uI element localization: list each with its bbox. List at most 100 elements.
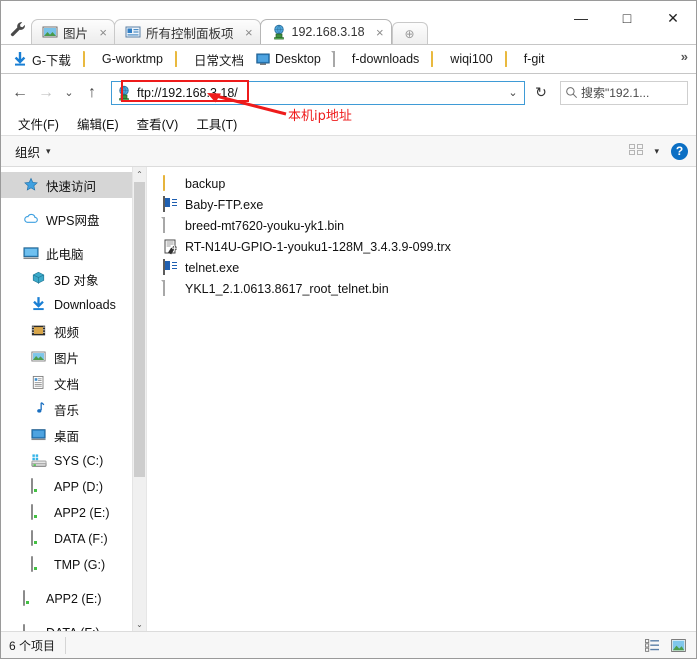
- 3d-object-icon: [31, 271, 48, 288]
- list-item[interactable]: YKL1_2.1.0613.8617_root_telnet.bin: [147, 278, 696, 299]
- browser-window: 图片 × 所有控制面板项 × 192.168.3.18 × ⊕ — □ ✕ G-…: [0, 0, 697, 659]
- network-computer-icon: [116, 85, 132, 101]
- bookmark-wiqi100[interactable]: wiqi100: [425, 48, 498, 70]
- close-button[interactable]: ✕: [650, 1, 696, 35]
- file-list-pane[interactable]: backup Baby-FTP.exe breed-mt7620-youku-y…: [147, 167, 696, 631]
- music-note-icon: [31, 401, 48, 418]
- bookmark-g-worktmp[interactable]: G-worktmp: [77, 48, 169, 70]
- video-icon: [31, 323, 48, 340]
- search-input[interactable]: 搜索"192.1...: [581, 84, 649, 101]
- sidebar-item-app2-e[interactable]: APP2 (E:): [1, 500, 146, 526]
- sidebar-item-3d-objects[interactable]: 3D 对象: [1, 266, 146, 292]
- menu-tools[interactable]: 工具(T): [187, 112, 246, 135]
- sidebar-item-label: 桌面: [54, 429, 80, 444]
- sidebar-item-this-pc[interactable]: 此电脑: [1, 240, 146, 266]
- bookmark-f-downloads[interactable]: f-downloads: [327, 48, 425, 70]
- sidebar-item-documents[interactable]: 文档: [1, 370, 146, 396]
- up-button[interactable]: ↑: [79, 80, 105, 106]
- large-icons-view-icon[interactable]: [668, 635, 688, 655]
- sidebar-item-label: 视频: [54, 325, 80, 340]
- search-icon: [561, 83, 581, 103]
- navigation-scrollbar[interactable]: ⌃ ⌄: [132, 167, 146, 631]
- page-icon: [332, 50, 347, 67]
- sidebar-item-data-f[interactable]: DATA (F:): [1, 526, 146, 552]
- drive-icon: [31, 503, 48, 522]
- search-box[interactable]: 搜索"192.1...: [560, 80, 688, 105]
- menu-edit[interactable]: 编辑(E): [68, 112, 128, 135]
- address-input[interactable]: ftp://192.168.3.18/: [135, 86, 502, 100]
- address-bar[interactable]: ftp://192.168.3.18/ ⌄: [111, 80, 525, 105]
- sidebar-item-network-app2-e[interactable]: APP2 (E:): [1, 586, 146, 612]
- status-view-buttons: [642, 632, 688, 658]
- menu-file[interactable]: 文件(F): [9, 112, 68, 135]
- help-button[interactable]: ?: [671, 142, 688, 160]
- list-item[interactable]: telnet.exe: [147, 257, 696, 278]
- sidebar-item-quick-access[interactable]: 快速访问: [1, 172, 146, 198]
- bookmark-f-git[interactable]: f-git: [499, 48, 551, 70]
- tab-control-panel[interactable]: 所有控制面板项 ×: [114, 19, 261, 44]
- sidebar-item-pictures[interactable]: 图片: [1, 344, 146, 370]
- sidebar-item-desktop[interactable]: 桌面: [1, 422, 146, 448]
- sidebar-item-label: 图片: [54, 351, 80, 366]
- folder-icon: [163, 174, 179, 192]
- tab-ftp-192-168-3-18[interactable]: 192.168.3.18 ×: [259, 19, 392, 44]
- list-item[interactable]: RT-N14U-GPIO-1-youku1-128M_3.4.3.9-099.t…: [147, 236, 696, 257]
- bookmark-desktop[interactable]: Desktop: [250, 48, 327, 70]
- new-tab-button[interactable]: ⊕: [391, 22, 428, 44]
- item-count-label: 6 个项目: [9, 636, 67, 654]
- chevron-down-icon[interactable]: ⌄: [502, 82, 524, 104]
- sidebar-item-label: 文档: [54, 377, 80, 392]
- sidebar-item-label: 音乐: [54, 403, 80, 418]
- bookmarks-overflow-icon[interactable]: »: [681, 49, 688, 64]
- chevron-down-icon[interactable]: ▾: [654, 146, 659, 157]
- list-item[interactable]: backup: [147, 173, 696, 194]
- file-name: YKL1_2.1.0613.8617_root_telnet.bin: [185, 281, 389, 296]
- drive-icon: [31, 529, 48, 548]
- tab-label: 192.168.3.18: [291, 25, 365, 39]
- network-computer-icon: [271, 24, 287, 40]
- list-item[interactable]: Baby-FTP.exe: [147, 194, 696, 215]
- sidebar-item-app-d[interactable]: APP (D:): [1, 474, 146, 500]
- close-icon[interactable]: ×: [99, 26, 107, 39]
- file-name: backup: [185, 176, 226, 191]
- recent-locations-button[interactable]: ⌄: [59, 80, 79, 106]
- sidebar-item-music[interactable]: 音乐: [1, 396, 146, 422]
- tab-label: 图片: [63, 26, 89, 41]
- this-pc-icon: [23, 245, 40, 262]
- list-item[interactable]: breed-mt7620-youku-yk1.bin: [147, 215, 696, 236]
- tab-pictures[interactable]: 图片 ×: [31, 19, 116, 44]
- menu-view[interactable]: 查看(V): [128, 112, 188, 135]
- close-icon[interactable]: ×: [376, 26, 384, 39]
- minimize-button[interactable]: —: [558, 1, 604, 35]
- sidebar-item-tmp-g[interactable]: TMP (G:): [1, 552, 146, 578]
- wrench-icon[interactable]: [9, 20, 27, 38]
- sidebar-item-videos[interactable]: 视频: [1, 318, 146, 344]
- organize-button[interactable]: 组织 ▾: [9, 140, 57, 162]
- bookmark-daily-docs[interactable]: 日常文档: [169, 48, 250, 70]
- application-icon: [163, 195, 179, 213]
- forward-button[interactable]: →: [33, 80, 59, 106]
- back-button[interactable]: ←: [7, 80, 33, 106]
- annotation-label: 本机ip地址: [288, 109, 352, 124]
- navigation-pane: 快速访问 WPS网盘 此电脑 3D 对象 Downloads 视频 图片 文档 …: [1, 167, 147, 631]
- view-layout-icon[interactable]: [626, 140, 648, 162]
- sidebar-item-network-data-f[interactable]: DATA (F:): [1, 620, 146, 631]
- bookmark-g-download[interactable]: G-下载: [7, 48, 77, 70]
- sidebar-item-downloads[interactable]: Downloads: [1, 292, 146, 318]
- sidebar-item-label: APP (D:): [54, 480, 104, 494]
- sidebar-item-label: APP2 (E:): [46, 592, 102, 606]
- scrollbar-thumb[interactable]: [134, 182, 145, 477]
- details-view-icon[interactable]: [642, 635, 662, 655]
- folder-icon: [175, 50, 189, 67]
- sidebar-item-sys-c[interactable]: SYS (C:): [1, 448, 146, 474]
- refresh-button[interactable]: ↻: [528, 81, 554, 105]
- close-icon[interactable]: ×: [245, 26, 253, 39]
- maximize-button[interactable]: □: [604, 1, 650, 35]
- sidebar-item-wps-cloud[interactable]: WPS网盘: [1, 206, 146, 232]
- scroll-down-icon[interactable]: ⌄: [133, 617, 146, 631]
- scroll-up-icon[interactable]: ⌃: [133, 167, 146, 181]
- title-bar: 图片 × 所有控制面板项 × 192.168.3.18 × ⊕ — □ ✕: [1, 1, 696, 44]
